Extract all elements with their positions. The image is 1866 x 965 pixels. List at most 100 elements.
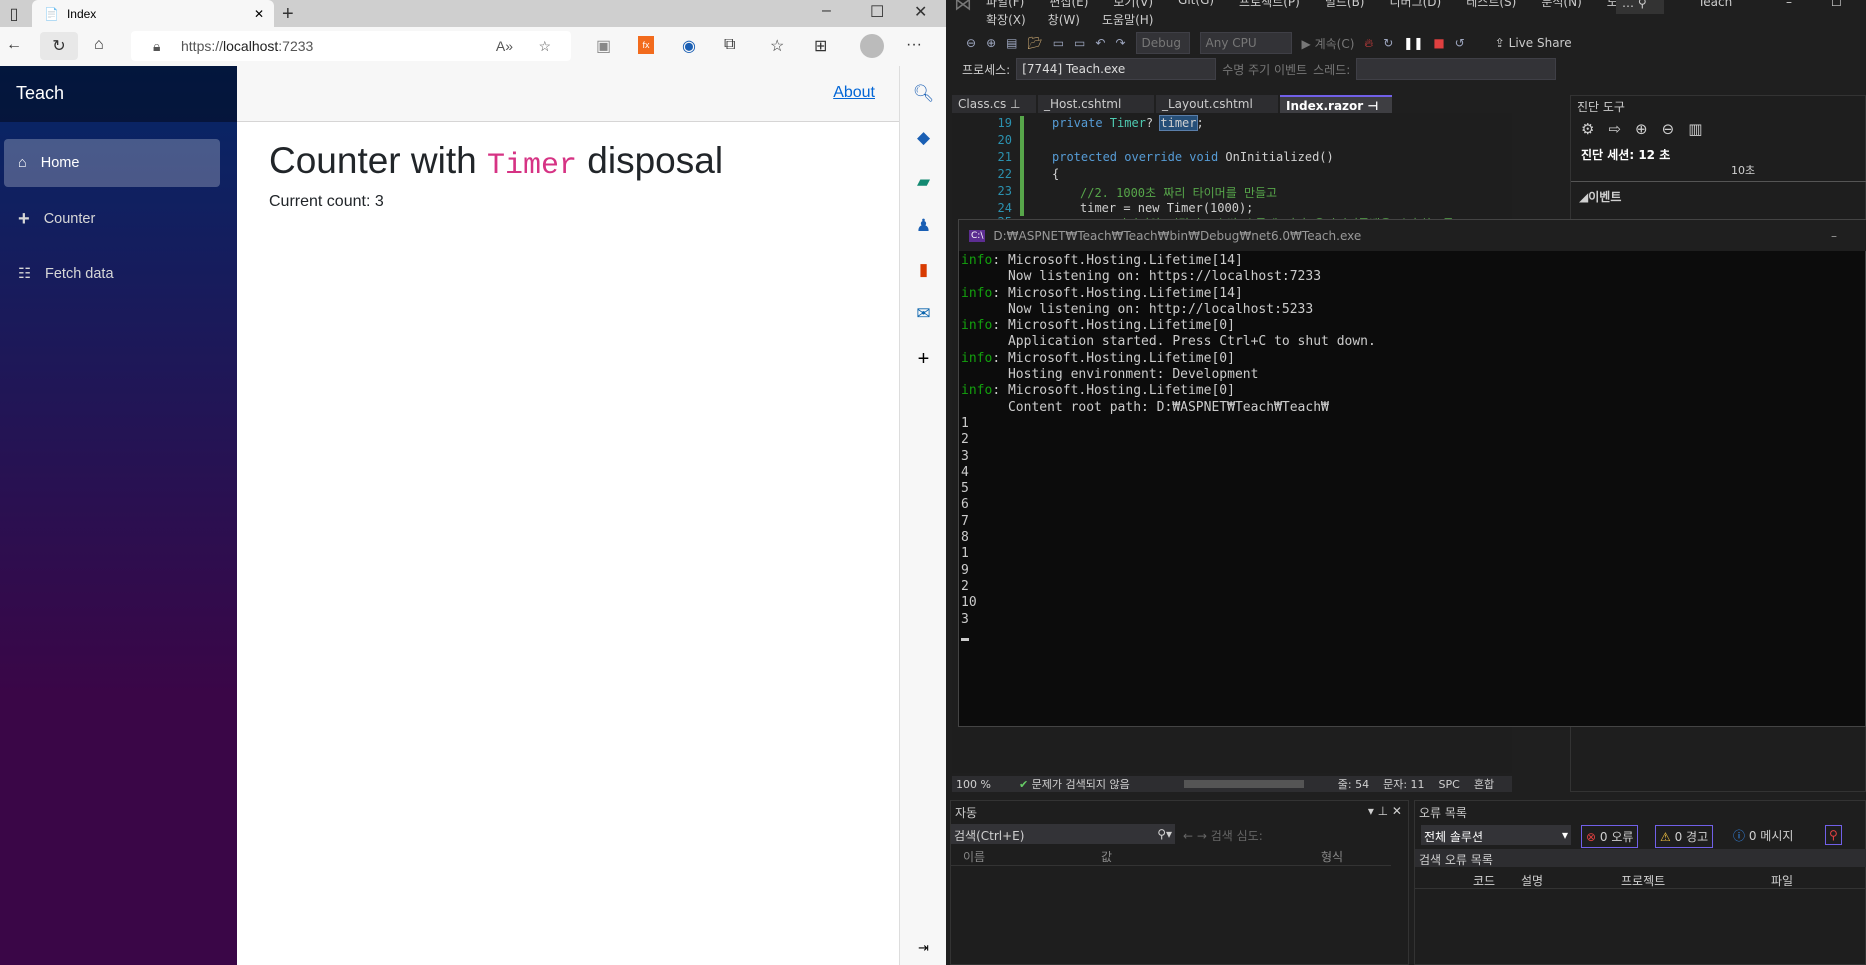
tab-layout-cshtml[interactable]: _Layout.cshtml bbox=[1156, 95, 1278, 113]
search-icon[interactable]: 🔍︎ bbox=[900, 84, 947, 104]
tab-host-cshtml[interactable]: _Host.cshtml bbox=[1038, 95, 1154, 113]
console-titlebar[interactable]: C:\ D:₩ASPNET₩Teach₩Teach₩bin₩Debug₩net6.… bbox=[959, 220, 1866, 251]
process-dropdown[interactable]: [7744] Teach.exe bbox=[1016, 58, 1217, 80]
tools-icon[interactable]: ▰ bbox=[900, 172, 947, 192]
games-icon[interactable]: ♟ bbox=[900, 216, 947, 236]
minimize-icon[interactable]: – bbox=[822, 2, 831, 20]
filter-icon[interactable]: ⚲ bbox=[1825, 825, 1842, 845]
about-link[interactable]: About bbox=[833, 84, 875, 102]
address-bar[interactable]: 🔒︎ https://localhost:7233 A» ☆ bbox=[131, 31, 571, 61]
maximize-icon[interactable]: ☐ bbox=[870, 2, 884, 22]
lifecycle-events[interactable]: 수명 주기 이벤트 bbox=[1222, 61, 1307, 78]
messages-filter[interactable]: ⓘ 0 메시지 bbox=[1733, 827, 1793, 844]
maximize-icon[interactable]: ☐ bbox=[1831, 0, 1842, 9]
line-ending-indicator[interactable]: 혼합 bbox=[1474, 776, 1494, 792]
zoom-in-icon[interactable]: ⊕ bbox=[1635, 120, 1648, 138]
stop-icon[interactable]: ■ bbox=[1433, 36, 1444, 50]
forward-nav-icon[interactable]: ⊕ bbox=[986, 36, 996, 50]
panel-controls[interactable]: ▾ ⊥ ✕ bbox=[1368, 804, 1402, 818]
restart-debug-icon[interactable]: ↺ bbox=[1455, 36, 1465, 50]
platform-dropdown[interactable]: Any CPU bbox=[1199, 32, 1292, 54]
chart-icon[interactable]: ▥ bbox=[1688, 120, 1702, 138]
office-icon[interactable]: ▮ bbox=[900, 260, 947, 280]
home-icon[interactable]: ⌂ bbox=[94, 36, 104, 54]
menu-debug[interactable]: 디버그(D) bbox=[1390, 0, 1442, 10]
nav-counter[interactable]: + Counter bbox=[4, 195, 220, 243]
minimize-icon[interactable]: – bbox=[1786, 0, 1792, 9]
nav-home[interactable]: ⌂ Home bbox=[4, 139, 220, 187]
undo-icon[interactable]: ↶ bbox=[1095, 36, 1105, 50]
tab-class-cs[interactable]: Class.cs ⊥ bbox=[952, 95, 1036, 113]
menu-analyze[interactable]: 분석(N) bbox=[1541, 0, 1581, 10]
collections-ext-icon[interactable]: ▣ bbox=[596, 36, 611, 56]
menu-view[interactable]: 보기(V) bbox=[1113, 0, 1153, 10]
search-button[interactable]: … ⚲ bbox=[1616, 0, 1664, 14]
home-icon: ⌂ bbox=[18, 155, 27, 171]
autos-search[interactable]: 검색(Ctrl+E) ⚲▾ bbox=[951, 824, 1175, 844]
add-icon[interactable]: + bbox=[900, 348, 947, 371]
tab-actions-icon[interactable]: ▯ bbox=[4, 4, 24, 24]
browser-tab[interactable]: 📄 Index ✕ bbox=[32, 0, 274, 27]
code-line: { bbox=[1052, 167, 1060, 181]
save-icon[interactable]: ▭ bbox=[1053, 36, 1064, 50]
back-icon[interactable]: ← bbox=[6, 36, 22, 54]
save-all-icon[interactable]: ▭ bbox=[1074, 36, 1085, 50]
redo-icon[interactable]: ↷ bbox=[1115, 36, 1125, 50]
menu-help[interactable]: 도움말(H) bbox=[1102, 11, 1154, 28]
menu-file[interactable]: 파일(F) bbox=[986, 0, 1024, 10]
hide-sidebar-icon[interactable]: ⇥ bbox=[900, 940, 947, 956]
restart-icon[interactable]: ↻ bbox=[1383, 36, 1393, 50]
pause-icon[interactable]: ❚❚ bbox=[1403, 36, 1423, 50]
collections-icon[interactable]: ⊞ bbox=[814, 36, 827, 56]
scope-dropdown[interactable]: 전체 솔루션 ▾ bbox=[1421, 825, 1571, 845]
favorite-add-icon[interactable]: ☆ bbox=[538, 38, 551, 55]
warnings-filter[interactable]: ⚠ 0 경고 bbox=[1655, 825, 1714, 848]
menu-window[interactable]: 창(W) bbox=[1048, 11, 1080, 28]
nav-fetch-data[interactable]: ☷ Fetch data bbox=[4, 250, 220, 298]
events-section[interactable]: ◢이벤트 bbox=[1579, 188, 1621, 205]
zoom-out-icon[interactable]: ⊖ bbox=[1662, 120, 1675, 138]
tab-index-razor[interactable]: Index.razor ⊣ ✕ bbox=[1280, 95, 1392, 127]
zoom-dropdown[interactable]: 100 % bbox=[956, 778, 991, 791]
favorites-icon[interactable]: ☆ bbox=[770, 36, 784, 56]
menu-git[interactable]: Git(G) bbox=[1178, 0, 1214, 10]
read-aloud-icon[interactable]: A» bbox=[496, 38, 513, 54]
menu-project[interactable]: 프로젝트(P) bbox=[1239, 0, 1300, 10]
hot-reload-icon[interactable]: 🔥︎ bbox=[1364, 36, 1373, 51]
error-search[interactable]: 검색 오류 목록 bbox=[1415, 849, 1866, 867]
menu-test[interactable]: 테스트(S) bbox=[1466, 0, 1516, 10]
close-window-icon[interactable]: ✕ bbox=[914, 2, 927, 22]
thread-dropdown[interactable] bbox=[1356, 58, 1557, 80]
live-share-button[interactable]: ⇪ Live Share bbox=[1495, 36, 1572, 50]
back-nav-icon[interactable]: ⊖ bbox=[966, 36, 976, 50]
shopping-tag-icon[interactable]: ◆ bbox=[900, 128, 947, 148]
config-dropdown[interactable]: Debug bbox=[1135, 32, 1190, 54]
extension-fx-icon[interactable]: fx bbox=[638, 36, 654, 54]
extension-icon[interactable]: ◉ bbox=[682, 36, 696, 56]
settings-icon[interactable]: ⚙ bbox=[1581, 120, 1594, 138]
errors-filter[interactable]: ⊗ 0 오류 bbox=[1581, 825, 1639, 848]
menu-edit[interactable]: 편집(E) bbox=[1049, 0, 1088, 10]
more-icon[interactable]: ··· bbox=[906, 36, 922, 54]
menu-extensions[interactable]: 확장(X) bbox=[986, 11, 1026, 28]
console-window[interactable]: C:\ D:₩ASPNET₩Teach₩Teach₩bin₩Debug₩net6.… bbox=[958, 219, 1866, 727]
extensions-icon[interactable]: ⧉ bbox=[724, 36, 735, 54]
minimize-icon[interactable]: – bbox=[1831, 229, 1837, 243]
refresh-icon[interactable]: ↻ bbox=[40, 32, 78, 60]
new-item-icon[interactable]: ▤ bbox=[1006, 36, 1017, 50]
list-icon: ☷ bbox=[18, 266, 31, 282]
new-tab-icon[interactable]: + bbox=[282, 3, 294, 26]
open-icon[interactable]: 📂︎ bbox=[1027, 36, 1042, 50]
outlook-icon[interactable]: ✉ bbox=[900, 304, 947, 324]
horizontal-scrollbar[interactable] bbox=[1183, 780, 1304, 788]
spc-indicator[interactable]: SPC bbox=[1439, 778, 1460, 791]
export-icon[interactable]: ⇨ bbox=[1608, 120, 1621, 138]
line-number: 23 bbox=[997, 184, 1012, 198]
menu-build[interactable]: 빌드(B) bbox=[1325, 0, 1365, 10]
close-tab-icon[interactable]: ✕ bbox=[254, 7, 264, 21]
brand[interactable]: Teach bbox=[0, 66, 237, 122]
timeline-ruler[interactable] bbox=[1571, 162, 1866, 182]
profile-avatar[interactable] bbox=[860, 34, 884, 58]
continue-button[interactable]: ▶ 계속(C) bbox=[1302, 35, 1355, 52]
issues-status[interactable]: ✔ 문제가 검색되지 않음 bbox=[1019, 776, 1130, 792]
